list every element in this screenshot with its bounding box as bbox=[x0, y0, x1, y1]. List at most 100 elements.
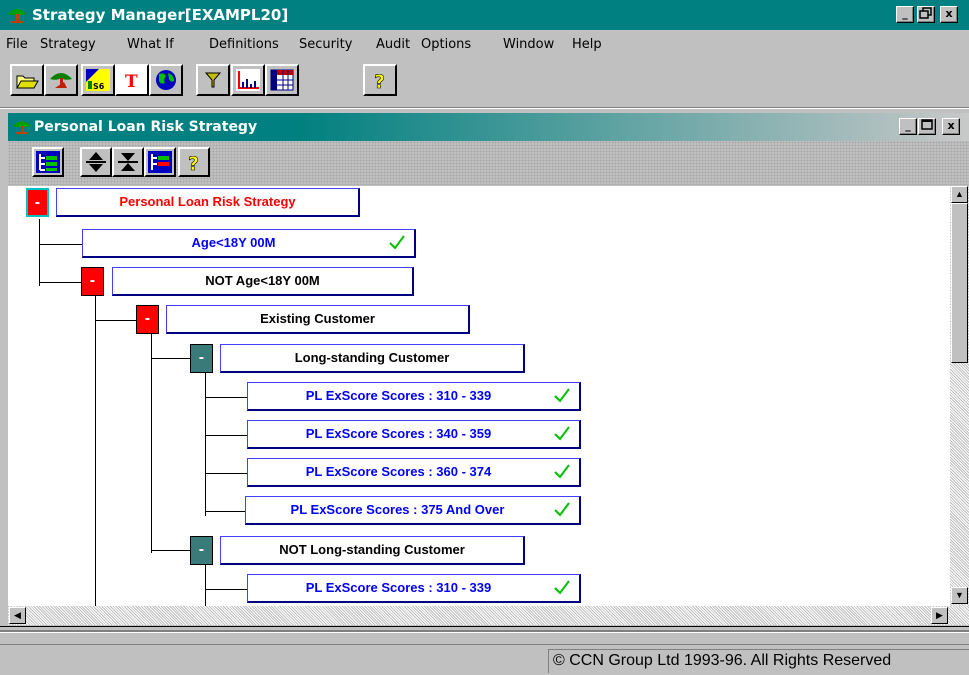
tree-connector bbox=[205, 397, 247, 398]
text-icon: T bbox=[125, 72, 138, 92]
tree-connector bbox=[39, 282, 81, 283]
open-folder-icon bbox=[16, 75, 39, 89]
maximize-icon bbox=[921, 119, 933, 130]
help-icon: ? bbox=[374, 71, 386, 92]
node-label: PL ExScore Scores : 340 - 359 bbox=[305, 426, 492, 441]
scroll-up-button[interactable]: ▲ bbox=[951, 186, 968, 203]
horizontal-scrollbar[interactable]: ◀ ▶ bbox=[8, 606, 969, 625]
tree-connector bbox=[205, 435, 247, 436]
tree-app-icon bbox=[13, 121, 31, 134]
menu-security[interactable]: Security bbox=[299, 37, 352, 52]
scroll-left-button[interactable]: ◀ bbox=[9, 607, 26, 624]
tree-connector bbox=[205, 511, 245, 512]
svg-text:?: ? bbox=[374, 71, 385, 92]
tree-node[interactable]: NOT Age<18Y 00M bbox=[112, 267, 414, 296]
collapse-button[interactable] bbox=[112, 147, 144, 177]
open-button[interactable] bbox=[10, 64, 44, 96]
collapse-icon bbox=[118, 153, 138, 171]
menu-strategy[interactable]: Strategy bbox=[40, 37, 96, 52]
table-button[interactable] bbox=[265, 64, 299, 96]
expand-button[interactable] bbox=[80, 147, 112, 177]
text-button[interactable]: T bbox=[115, 64, 149, 96]
tree-connector bbox=[39, 219, 40, 286]
child-window-title-bar: Personal Loan Risk Strategy _ x bbox=[8, 113, 969, 141]
node-label: PL ExScore Scores : 310 - 339 bbox=[305, 388, 492, 403]
strategy-tree: - Personal Loan Risk Strategy Age<18Y 00… bbox=[8, 186, 950, 606]
expand-icon bbox=[86, 152, 106, 172]
root-toggle[interactable]: - bbox=[26, 188, 49, 217]
window-border bbox=[0, 632, 969, 633]
tree-node-root[interactable]: Personal Loan Risk Strategy bbox=[56, 188, 360, 217]
scroll-thumb[interactable] bbox=[951, 203, 968, 363]
tree-node[interactable]: NOT Long-standing Customer bbox=[220, 536, 525, 565]
close-button[interactable]: x bbox=[940, 6, 958, 23]
tree-connector bbox=[205, 563, 206, 606]
chart-icon bbox=[236, 69, 260, 91]
child-close-button[interactable]: x bbox=[942, 118, 960, 135]
tree-view-button[interactable] bbox=[32, 147, 64, 177]
node-toggle[interactable]: - bbox=[81, 267, 104, 296]
globe-button[interactable] bbox=[149, 64, 183, 96]
edit-tree-icon bbox=[148, 151, 172, 173]
minimize-button[interactable]: _ bbox=[896, 6, 914, 23]
tree-connector bbox=[95, 320, 136, 321]
scroll-right-button[interactable]: ▶ bbox=[931, 607, 948, 624]
tree-toolbar: ? bbox=[8, 141, 969, 185]
node-toggle[interactable]: - bbox=[136, 305, 159, 334]
node-label: PL ExScore Scores : 360 - 374 bbox=[305, 464, 492, 479]
chart-button[interactable] bbox=[231, 64, 265, 96]
filter-icon bbox=[204, 72, 222, 88]
filter-button[interactable] bbox=[196, 64, 230, 96]
menu-help[interactable]: Help bbox=[572, 37, 602, 52]
tree-view-icon bbox=[36, 151, 60, 173]
tree-connector bbox=[205, 589, 247, 590]
restore-button[interactable] bbox=[917, 6, 935, 23]
tree-connector bbox=[39, 244, 82, 245]
scroll-down-button[interactable]: ▼ bbox=[951, 587, 968, 604]
app-title-bar: Strategy Manager[EXAMPL20] _ x bbox=[0, 0, 969, 30]
tree-connector bbox=[151, 333, 152, 553]
menu-file[interactable]: File bbox=[6, 37, 28, 52]
check-icon bbox=[554, 464, 570, 479]
tree-node-leaf[interactable]: Age<18Y 00M bbox=[82, 229, 416, 258]
tree-node[interactable]: Long-standing Customer bbox=[220, 344, 525, 373]
tree-app-icon bbox=[8, 9, 26, 23]
main-toolbar: S6 T ? bbox=[0, 56, 969, 106]
svg-text:?: ? bbox=[188, 153, 199, 174]
menu-audit[interactable]: Audit bbox=[376, 37, 410, 52]
restore-icon bbox=[919, 7, 932, 19]
child-maximize-button[interactable] bbox=[918, 118, 936, 135]
toolbar-divider-highlight bbox=[0, 108, 969, 109]
tree-button[interactable] bbox=[44, 64, 78, 96]
menu-window[interactable]: Window bbox=[503, 37, 554, 52]
tree-connector bbox=[205, 371, 206, 516]
child-minimize-button[interactable]: _ bbox=[899, 118, 917, 135]
node-toggle[interactable]: - bbox=[190, 344, 213, 373]
menu-options[interactable]: Options bbox=[421, 37, 471, 52]
svg-text:T: T bbox=[125, 72, 138, 92]
app-title: Strategy Manager[EXAMPL20] bbox=[32, 6, 289, 24]
tree-node[interactable]: Existing Customer bbox=[166, 305, 470, 334]
score-button[interactable]: S6 bbox=[81, 64, 115, 96]
table-icon bbox=[270, 69, 294, 91]
tree-node-leaf[interactable]: PL ExScore Scores : 375 And Over bbox=[245, 496, 581, 525]
node-label: Age<18Y 00M bbox=[191, 235, 276, 250]
help-button[interactable]: ? bbox=[363, 64, 397, 96]
tree-node-leaf[interactable]: PL ExScore Scores : 340 - 359 bbox=[247, 420, 581, 449]
tree-node-leaf[interactable]: PL ExScore Scores : 360 - 374 bbox=[247, 458, 581, 487]
tree-node-leaf[interactable]: PL ExScore Scores : 310 - 339 bbox=[247, 574, 581, 603]
menu-definitions[interactable]: Definitions bbox=[209, 37, 279, 52]
menu-what-if[interactable]: What If bbox=[127, 37, 174, 52]
tree-help-button[interactable]: ? bbox=[178, 147, 210, 177]
vertical-scrollbar[interactable]: ▲ ▼ bbox=[950, 186, 969, 606]
tree-node-leaf[interactable]: PL ExScore Scores : 310 - 339 bbox=[247, 382, 581, 411]
globe-icon bbox=[156, 70, 176, 90]
node-toggle[interactable]: - bbox=[190, 536, 213, 565]
edit-tree-button[interactable] bbox=[144, 147, 176, 177]
check-icon bbox=[554, 502, 570, 517]
node-label: PL ExScore Scores : 375 And Over bbox=[290, 502, 505, 517]
svg-text:S6: S6 bbox=[93, 82, 105, 91]
help-icon: ? bbox=[188, 153, 200, 174]
check-icon bbox=[554, 580, 570, 595]
status-bar: © CCN Group Ltd 1993-96. All Rights Rese… bbox=[0, 645, 969, 675]
